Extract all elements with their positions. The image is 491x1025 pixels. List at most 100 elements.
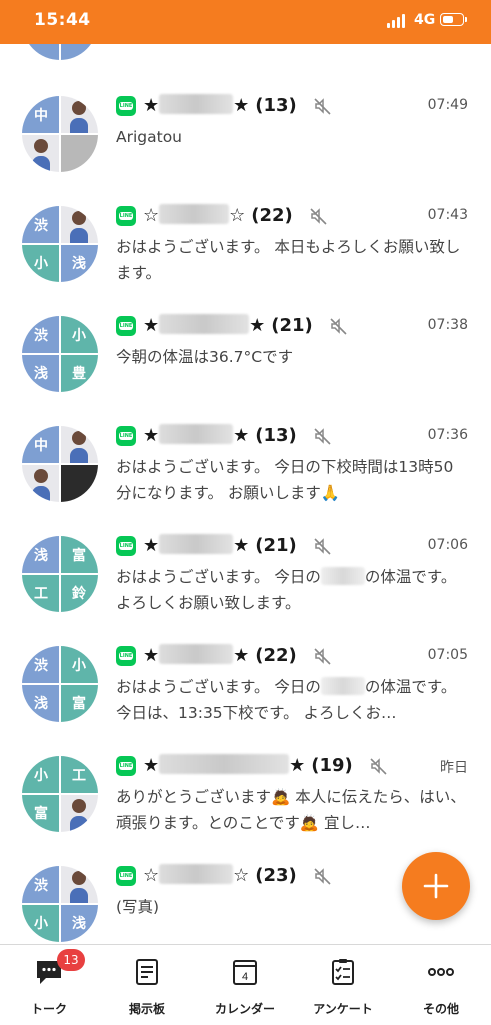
chat-time: 07:43 [427,207,468,223]
title-star: ☆ [143,865,160,886]
blurred-name [320,567,365,585]
member-photo-head [34,469,48,483]
avatar-divider [22,573,98,575]
avatar-quadrant: 富 [22,794,60,832]
preview-text: おはようございます。 今日の [116,678,321,696]
chat-row[interactable]: 中 LINE ★ ★ (13) 07:49 Arigatou [0,94,491,206]
message-preview: おはようございます。 今日の下校時間は13時50分になります。 お願いします🙏 [116,458,454,502]
tab-calendar-label: カレンダー [214,1002,275,1016]
tab-survey[interactable]: アンケート [294,955,392,1016]
chat-row[interactable]: 中 LINE ★ ★ (13) 07:36 おはようございます。 今日の下校時間は13時50… [0,424,491,536]
avatar-quadrant [60,794,98,832]
chat-title: ★ ★ (13) [143,424,297,448]
member-photo-head [72,431,86,445]
avatar-quadrant: 小 [22,756,60,794]
avatar-quadrant: 浅 [22,684,60,722]
avatar-quadrant [22,464,60,502]
chat-row[interactable]: 渋小浅豊 LINE ★ ★ (21) 07:38 今朝の体温は36.7°Cです [0,314,491,426]
member-photo-body [70,888,88,904]
member-photo-body [32,156,50,172]
avatar-divider [22,243,98,245]
title-star: ☆ [143,205,160,226]
member-photo-body [32,486,50,502]
status-time: 15:44 [34,10,91,30]
member-count: (13) [255,425,297,446]
chat-row[interactable]: 渋小浅 LINE ☆ ☆ (22) 07:43 おはようございます。 本日もよろしくお願い致… [0,204,491,316]
mute-icon [329,316,349,336]
avatar-quadrant [22,134,60,172]
line-app-icon: LINE [116,536,136,556]
title-star: ★ [249,315,266,336]
title-star: ★ [143,425,160,446]
chat-title: ☆ ☆ (22) [143,204,293,228]
chat-time: 昨日 [440,760,468,776]
member-count: (22) [251,205,293,226]
chat-row[interactable]: 渋小浅富 LINE ★ ★ (22) 07:05 おはようございます。 今日の の体温です。 … [0,644,491,756]
calendar-icon: 4 [233,960,257,985]
status-bar: 15:44 4G [0,0,491,44]
chat-row[interactable]: 浅富工鈴 LINE ★ ★ (21) 07:06 おはようございます。 今日の の体温です。 … [0,534,491,646]
avatar-quadrant: 小 [22,244,60,282]
group-avatar: 渋小浅 [22,206,98,282]
group-avatar: 渋小浅 [22,866,98,942]
mute-icon [369,756,389,776]
title-star: ★ [143,755,160,776]
tab-talk[interactable]: 13 トーク [0,949,98,1016]
chat-row[interactable]: 小工富 LINE ★ ★ (19) 昨日 ありがとうございます🙇 本人に伝えたら、はい、頑張… [0,754,491,866]
line-app-icon: LINE [116,756,136,776]
tab-more[interactable]: その他 [392,955,490,1016]
title-star: ☆ [229,205,246,226]
avatar-quadrant: 小 [60,316,98,354]
member-photo-head [34,139,48,153]
tab-board[interactable]: 掲示板 [98,955,196,1016]
blurred-name [159,754,290,774]
avatar-divider [22,683,98,685]
title-star: ☆ [233,865,250,886]
member-count: (13) [255,95,297,116]
bottom-tab-bar: 13 トーク 掲示板 4 カレンダー アンケート その他 [0,944,491,1025]
message-preview: おはようございます。 本日もよろしくお願い致します。 [116,238,461,282]
chat-list[interactable]: 中 LINE ★ ★ (13) 07:49 Arigatou 渋小浅 LINE ☆ ☆ (22) 07:… [0,44,491,944]
blurred-name [159,94,234,114]
tab-survey-label: アンケート [313,1002,373,1016]
survey-icon [332,959,354,985]
mute-icon [313,536,333,556]
avatar-divider [22,133,98,135]
avatar-quadrant: 鈴 [60,574,98,612]
avatar-quadrant: 豊 [60,354,98,392]
unread-badge: 13 [57,949,85,971]
member-photo-body [70,228,88,244]
chat-time: 07:05 [427,647,468,663]
mute-icon [309,206,329,226]
avatar-quadrant: 渋 [22,866,60,904]
member-count: (22) [255,645,297,666]
avatar-quadrant: 富 [60,684,98,722]
member-photo-head [72,211,86,225]
avatar-quadrant: 渋 [22,646,60,684]
message-preview: おはようございます。 今日の の体温です。 よろしくお願い致します。 [116,564,468,616]
avatar-quadrant: 小 [60,646,98,684]
group-avatar: 渋小浅富 [22,646,98,722]
member-count: (23) [255,865,297,886]
chat-title: ★ ★ (13) [143,94,297,118]
tab-calendar[interactable]: 4 カレンダー [196,955,294,1016]
line-app-icon: LINE [116,96,136,116]
avatar-quadrant: 浅 [60,904,98,942]
preview-text: おはようございます。 今日の [116,568,321,586]
title-star: ★ [233,425,250,446]
blurred-name [159,314,250,334]
blurred-name [159,864,234,884]
signal-icon [387,14,409,28]
chat-title: ★ ★ (22) [143,644,297,668]
new-chat-button[interactable] [402,852,470,920]
member-count: (21) [255,535,297,556]
avatar-divider [22,353,98,355]
line-app-icon: LINE [116,866,136,886]
avatar-quadrant: 富 [60,536,98,574]
member-photo-body [70,118,88,134]
title-star: ★ [143,95,160,116]
more-icon [428,968,454,976]
chat-time: 07:36 [427,427,468,443]
network-label: 4G [414,12,436,28]
battery-icon [440,13,467,26]
